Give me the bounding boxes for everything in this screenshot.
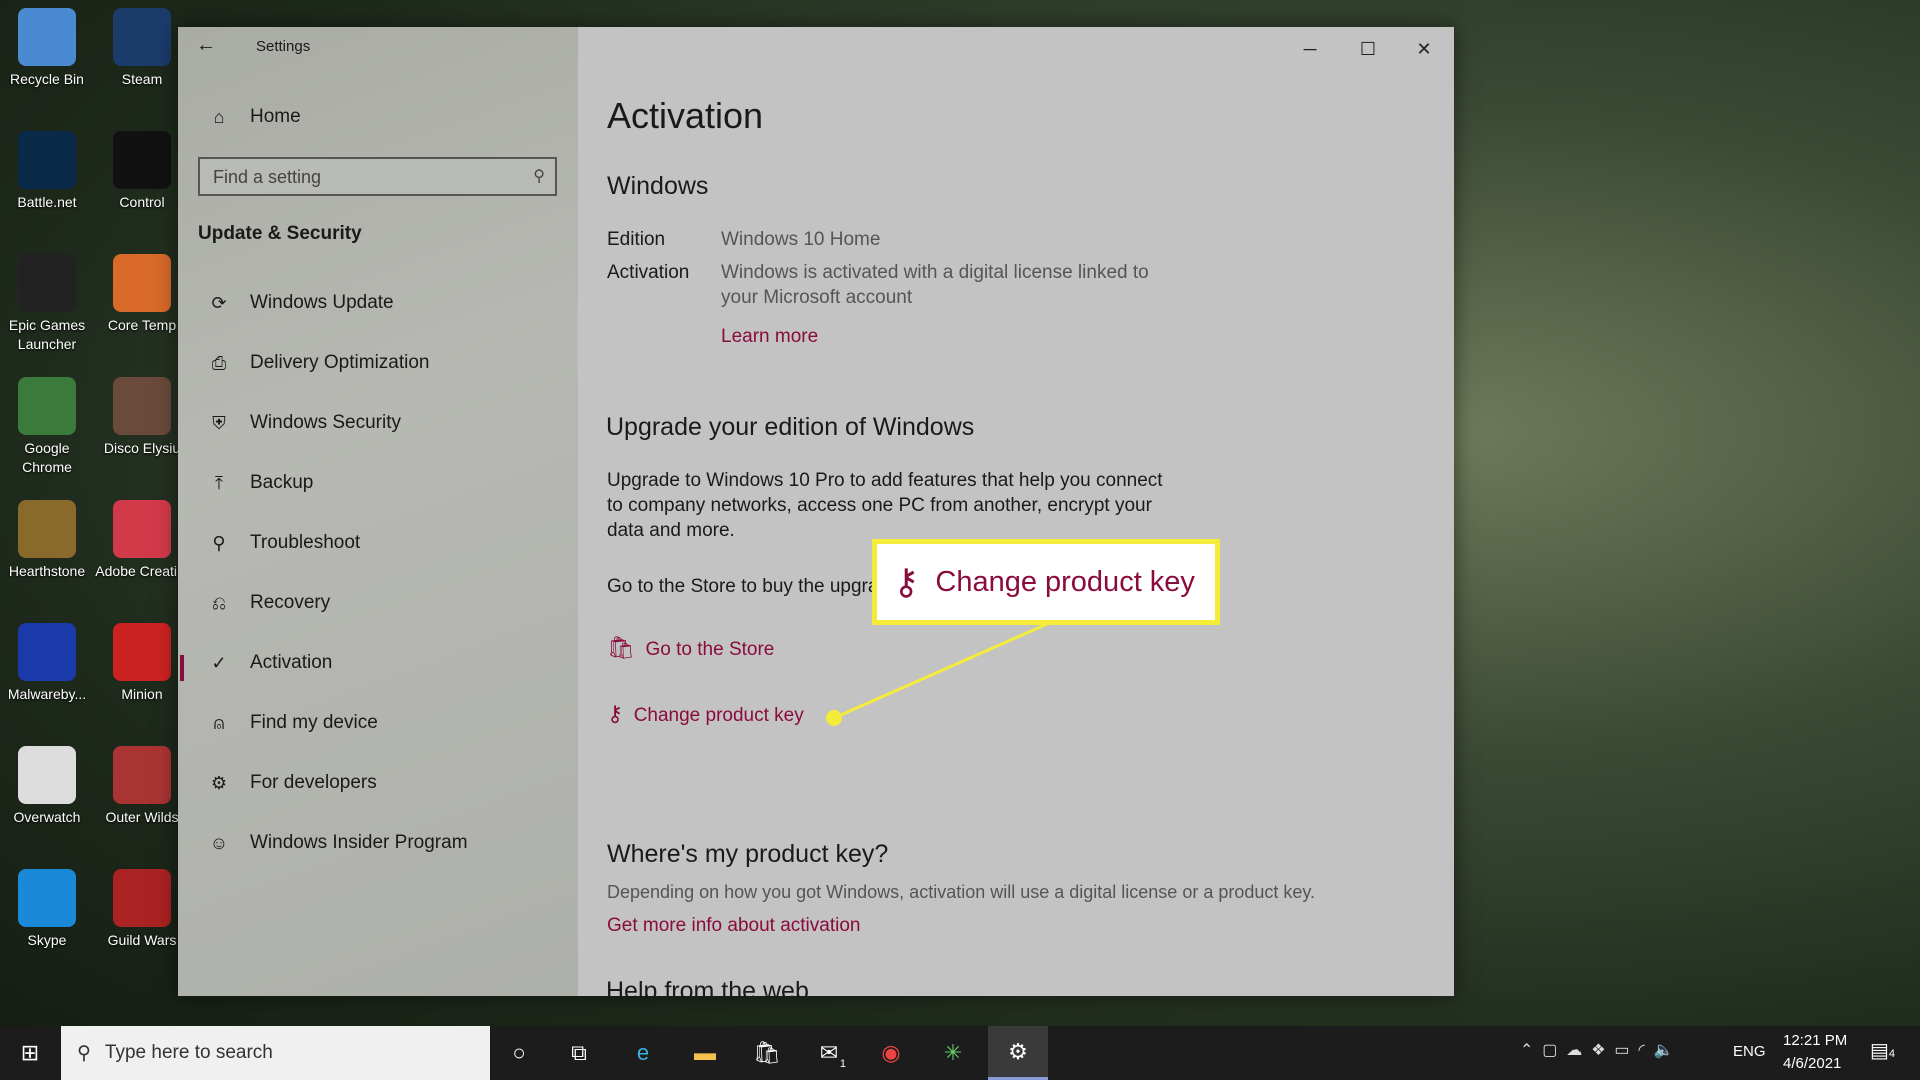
callout-label: Change product key	[935, 565, 1195, 598]
taskbar-search-placeholder: Type here to search	[104, 1042, 273, 1063]
key-icon: ⚷	[893, 561, 920, 602]
callout-box: ⚷ Change product key	[872, 539, 1220, 625]
settings-taskbar-icon[interactable]: ⚙	[988, 1026, 1048, 1080]
clock-time[interactable]: 12:21 PM	[1783, 1032, 1847, 1049]
chrome-icon[interactable]: ◉	[874, 1036, 908, 1070]
callout-dot	[826, 710, 842, 726]
tray-icons[interactable]: ⌃ ▢ ☁ ❖ ▭ ◜ 🔈	[1520, 1040, 1673, 1060]
search-icon: ⚲	[77, 1042, 91, 1064]
cortana-icon[interactable]: ○	[502, 1036, 536, 1070]
mail-badge: 1	[839, 1058, 846, 1070]
start-button[interactable]: ⊞	[13, 1036, 47, 1070]
language-indicator[interactable]: ENG	[1733, 1043, 1766, 1060]
slack-icon[interactable]: ✳	[936, 1036, 970, 1070]
file-explorer-icon[interactable]: ▬	[688, 1036, 722, 1070]
taskbar-search[interactable]: ⚲ Type here to search	[61, 1026, 490, 1080]
notification-count: 4	[1888, 1048, 1896, 1060]
taskbar: ⊞ ⚲ Type here to search ○ ⧉ e ▬ 🛍 ✉ 1 ◉ ✳ …	[0, 1026, 1920, 1080]
store-icon[interactable]: 🛍	[750, 1036, 784, 1070]
edge-icon[interactable]: e	[626, 1036, 660, 1070]
mail-icon[interactable]: ✉ 1	[812, 1036, 846, 1070]
action-center-icon[interactable]: ▤4	[1870, 1038, 1895, 1063]
task-view-icon[interactable]: ⧉	[562, 1036, 596, 1070]
clock-date[interactable]: 4/6/2021	[1783, 1055, 1841, 1072]
